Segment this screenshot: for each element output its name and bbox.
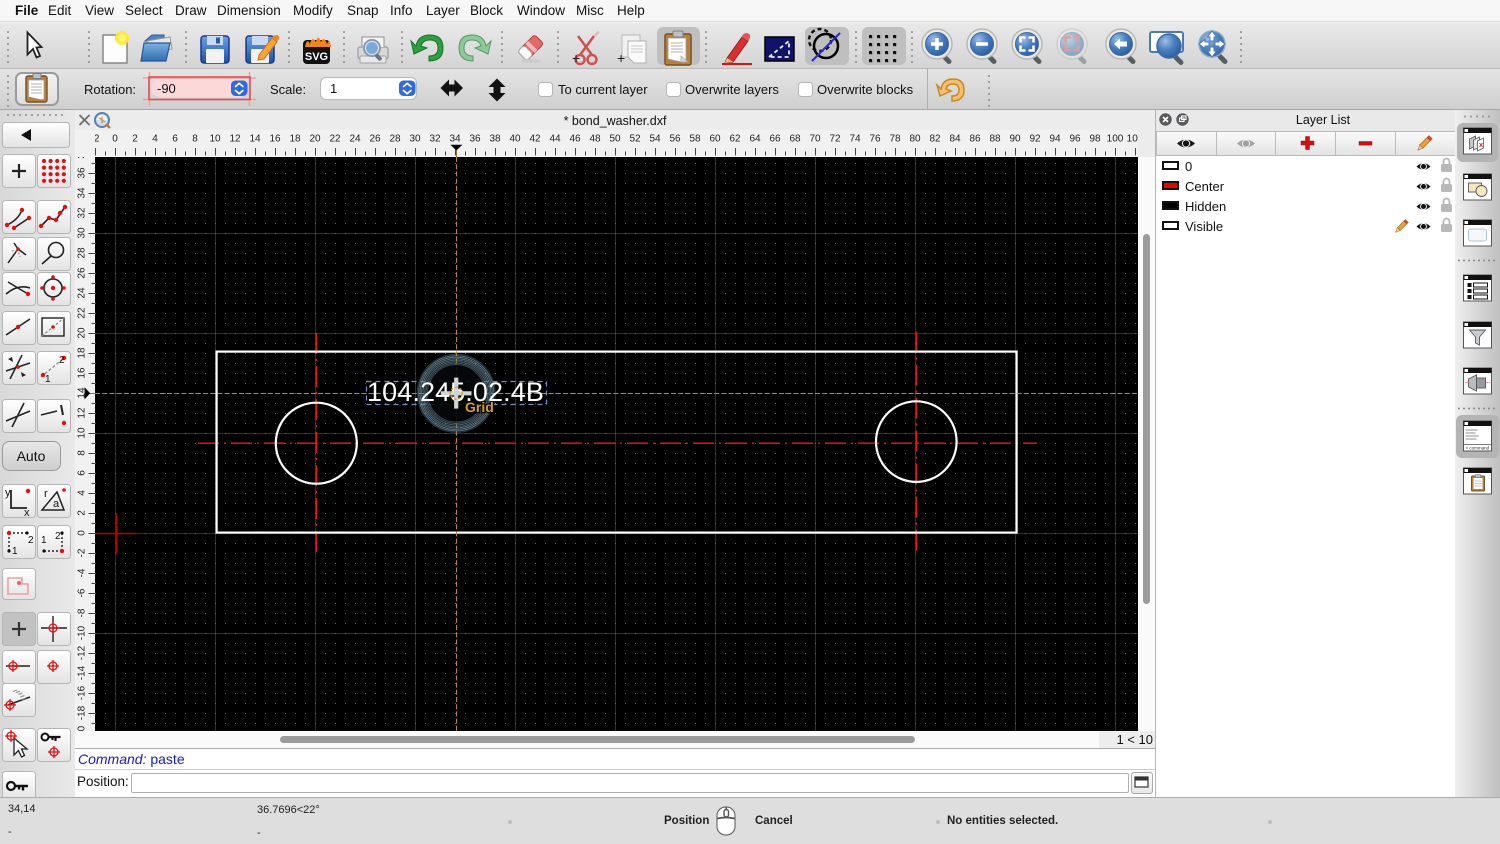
svg-text:24: 24 xyxy=(77,287,88,299)
svg-text:Auto: Auto xyxy=(17,448,46,464)
svg-text:8: 8 xyxy=(192,134,198,145)
svg-text:30: 30 xyxy=(409,134,421,145)
svg-text:60: 60 xyxy=(709,134,721,145)
svg-text:-12: -12 xyxy=(77,645,88,660)
svg-text:34: 34 xyxy=(449,134,461,145)
svg-text:-10: -10 xyxy=(77,625,88,640)
svg-text:Layer List: Layer List xyxy=(1296,113,1351,127)
svg-text:2: 2 xyxy=(28,535,34,546)
svg-text:-2: -2 xyxy=(95,134,100,145)
svg-text:86: 86 xyxy=(969,134,981,145)
svg-text:0: 0 xyxy=(77,530,88,536)
svg-text:-4: -4 xyxy=(77,568,88,577)
svg-text:94: 94 xyxy=(1049,134,1061,145)
svg-text:8: 8 xyxy=(77,450,88,456)
svg-text:38: 38 xyxy=(77,157,88,159)
svg-text:-6: -6 xyxy=(77,588,88,597)
svg-text:16: 16 xyxy=(77,367,88,379)
svg-text:76: 76 xyxy=(869,134,881,145)
svg-text:10: 10 xyxy=(209,134,221,145)
svg-text:32: 32 xyxy=(77,207,88,219)
svg-text:1: 1 xyxy=(41,535,47,546)
svg-text:56: 56 xyxy=(669,134,681,145)
svg-text:10: 10 xyxy=(77,427,88,439)
svg-text:84: 84 xyxy=(949,134,961,145)
svg-text:62: 62 xyxy=(729,134,741,145)
svg-text:32: 32 xyxy=(429,134,441,145)
svg-text:40: 40 xyxy=(509,134,521,145)
svg-text:96: 96 xyxy=(1069,134,1081,145)
svg-text:98: 98 xyxy=(1089,134,1101,145)
svg-text:18: 18 xyxy=(77,347,88,359)
svg-text:20: 20 xyxy=(309,134,321,145)
svg-text:4: 4 xyxy=(152,134,158,145)
svg-text:102: 102 xyxy=(1127,134,1138,145)
svg-text:82: 82 xyxy=(929,134,941,145)
svg-text:0: 0 xyxy=(112,134,118,145)
svg-text:36: 36 xyxy=(469,134,481,145)
svg-text:6: 6 xyxy=(172,134,178,145)
svg-text:68: 68 xyxy=(789,134,801,145)
svg-text:18: 18 xyxy=(289,134,301,145)
svg-text:48: 48 xyxy=(589,134,601,145)
svg-text:y: y xyxy=(5,487,11,499)
svg-text:12: 12 xyxy=(229,134,241,145)
svg-text:2: 2 xyxy=(59,355,65,366)
svg-text:12: 12 xyxy=(77,407,88,419)
svg-text:38: 38 xyxy=(489,134,501,145)
svg-text:-2: -2 xyxy=(77,548,88,557)
svg-text:36: 36 xyxy=(77,167,88,179)
svg-text:92: 92 xyxy=(1029,134,1041,145)
svg-text:44: 44 xyxy=(549,134,561,145)
svg-text:-14: -14 xyxy=(77,665,88,680)
svg-text:46: 46 xyxy=(569,134,581,145)
svg-text:80: 80 xyxy=(909,134,921,145)
svg-text:30: 30 xyxy=(77,227,88,239)
svg-text:88: 88 xyxy=(989,134,1001,145)
svg-text:72: 72 xyxy=(829,134,841,145)
svg-text:70: 70 xyxy=(809,134,821,145)
svg-text:54: 54 xyxy=(649,134,661,145)
svg-text:50: 50 xyxy=(609,134,621,145)
svg-text:34: 34 xyxy=(77,187,88,199)
svg-text:64: 64 xyxy=(749,134,761,145)
svg-text:74: 74 xyxy=(849,134,861,145)
svg-text:-18: -18 xyxy=(77,705,88,720)
svg-text:x: x xyxy=(24,507,30,519)
svg-text:26: 26 xyxy=(77,267,88,279)
svg-text:6: 6 xyxy=(77,470,88,476)
svg-text:90: 90 xyxy=(1009,134,1021,145)
svg-text:1: 1 xyxy=(12,546,18,557)
svg-text:24: 24 xyxy=(349,134,361,145)
svg-text:100: 100 xyxy=(1107,134,1124,145)
svg-text:22: 22 xyxy=(329,134,341,145)
svg-text:2: 2 xyxy=(55,531,61,542)
svg-text:14: 14 xyxy=(249,134,261,145)
svg-text:52: 52 xyxy=(629,134,641,145)
svg-text:58: 58 xyxy=(689,134,701,145)
svg-text:a: a xyxy=(53,498,60,510)
svg-text:-16: -16 xyxy=(77,685,88,700)
svg-text:26: 26 xyxy=(369,134,381,145)
svg-text:20: 20 xyxy=(77,327,88,339)
svg-text:< command: < command xyxy=(1466,446,1490,451)
svg-text:r: r xyxy=(44,488,48,500)
svg-text:66: 66 xyxy=(769,134,781,145)
svg-text:28: 28 xyxy=(389,134,401,145)
svg-text:22: 22 xyxy=(77,307,88,319)
svg-text:28: 28 xyxy=(77,247,88,259)
svg-text:2: 2 xyxy=(77,510,88,516)
svg-text:16: 16 xyxy=(269,134,281,145)
svg-text:4: 4 xyxy=(77,490,88,496)
svg-text:-8: -8 xyxy=(77,608,88,617)
svg-text:42: 42 xyxy=(529,134,541,145)
svg-text:1: 1 xyxy=(45,374,51,385)
svg-text:2: 2 xyxy=(132,134,138,145)
svg-text:78: 78 xyxy=(889,134,901,145)
